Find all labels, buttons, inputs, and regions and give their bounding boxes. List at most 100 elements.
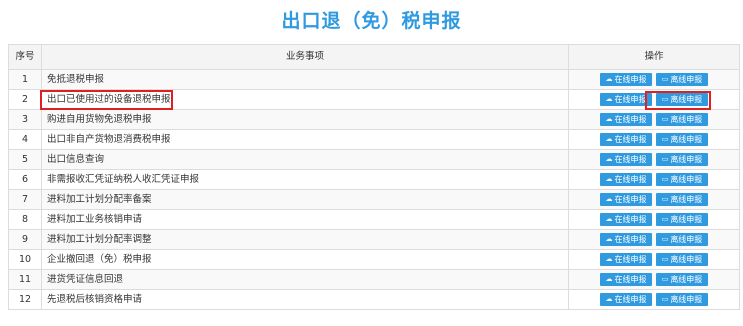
online-declare-button[interactable]: ☁ 在线申报 xyxy=(600,113,652,126)
row-item-cell: 出口信息查询 xyxy=(41,149,569,170)
online-declare-label: 在线申报 xyxy=(614,255,647,264)
row-index: 5 xyxy=(8,149,42,170)
online-declare-button[interactable]: ☁ 在线申报 xyxy=(600,193,652,206)
offline-declare-button[interactable]: ▭ 离线申报 xyxy=(656,293,708,306)
row-item-label: 免抵退税申报 xyxy=(47,74,105,85)
cloud-upload-icon: ☁ xyxy=(605,95,613,103)
row-item-label: 出口已使用过的设备退税申报 xyxy=(47,94,171,105)
online-declare-button[interactable]: ☁ 在线申报 xyxy=(600,253,652,266)
cloud-upload-icon: ☁ xyxy=(605,215,613,223)
table-row: 7 进料加工计划分配率备案 ☁ 在线申报 ▭ 离线申报 xyxy=(8,189,740,210)
offline-declare-button[interactable]: ▭ 离线申报 xyxy=(656,93,708,106)
page-title: 出口退（免）税申报 xyxy=(281,10,462,32)
offline-declare-label: 离线申报 xyxy=(670,195,703,204)
offline-declare-button[interactable]: ▭ 离线申报 xyxy=(656,113,708,126)
cloud-upload-icon: ☁ xyxy=(605,175,613,183)
offline-declare-button[interactable]: ▭ 离线申报 xyxy=(656,193,708,206)
offline-declare-label: 离线申报 xyxy=(670,155,703,164)
online-declare-button[interactable]: ☁ 在线申报 xyxy=(600,153,652,166)
offline-declare-button[interactable]: ▭ 离线申报 xyxy=(656,153,708,166)
cloud-upload-icon: ☁ xyxy=(605,75,613,83)
offline-declare-button[interactable]: ▭ 离线申报 xyxy=(656,213,708,226)
row-index: 7 xyxy=(8,189,42,210)
online-declare-label: 在线申报 xyxy=(614,215,647,224)
row-ops-cell: ☁ 在线申报 ▭ 离线申报 xyxy=(568,129,740,150)
row-index: 12 xyxy=(8,289,42,310)
online-declare-button[interactable]: ☁ 在线申报 xyxy=(600,93,652,106)
offline-declare-label: 离线申报 xyxy=(670,135,703,144)
offline-declare-button[interactable]: ▭ 离线申报 xyxy=(656,233,708,246)
online-declare-button[interactable]: ☁ 在线申报 xyxy=(600,213,652,226)
row-item-label: 购进自用货物免退税申报 xyxy=(47,114,152,125)
row-index: 11 xyxy=(8,269,42,290)
row-index: 4 xyxy=(8,129,42,150)
offline-declare-button[interactable]: ▭ 离线申报 xyxy=(656,273,708,286)
row-item-label: 企业撤回退（免）税申报 xyxy=(47,254,152,265)
offline-declare-button[interactable]: ▭ 离线申报 xyxy=(656,173,708,186)
online-declare-button[interactable]: ☁ 在线申报 xyxy=(600,273,652,286)
row-item-label: 进料加工业务核销申请 xyxy=(47,214,143,225)
row-ops-cell: ☁ 在线申报 ▭ 离线申报 xyxy=(568,229,740,250)
monitor-icon: ▭ xyxy=(661,295,669,303)
table-row: 9 进料加工计划分配率调整 ☁ 在线申报 ▭ 离线申报 xyxy=(8,229,740,250)
row-item-label: 进货凭证信息回退 xyxy=(47,274,124,285)
monitor-icon: ▭ xyxy=(661,175,669,183)
header-item: 业务事项 xyxy=(41,44,569,70)
table-row: 12 先退税后核销资格申请 ☁ 在线申报 ▭ 离线申报 xyxy=(8,289,740,310)
monitor-icon: ▭ xyxy=(661,155,669,163)
offline-declare-label: 离线申报 xyxy=(670,275,703,284)
row-ops-cell: ☁ 在线申报 ▭ 离线申报 xyxy=(568,249,740,270)
row-item-cell: 购进自用货物免退税申报 xyxy=(41,109,569,130)
row-item-cell: 免抵退税申报 xyxy=(41,69,569,90)
row-ops-cell: ☁ 在线申报 ▭ 离线申报 xyxy=(568,189,740,210)
table-header-row: 序号 业务事项 操作 xyxy=(8,44,740,70)
table-row: 2 出口已使用过的设备退税申报 ☁ 在线申报 ▭ 离线申报 xyxy=(8,89,740,110)
row-item-cell: 进料加工业务核销申请 xyxy=(41,209,569,230)
offline-declare-button[interactable]: ▭ 离线申报 xyxy=(656,73,708,86)
table-row: 3 购进自用货物免退税申报 ☁ 在线申报 ▭ 离线申报 xyxy=(8,109,740,130)
row-item-cell: 出口已使用过的设备退税申报 xyxy=(41,89,569,110)
monitor-icon: ▭ xyxy=(661,95,669,103)
monitor-icon: ▭ xyxy=(661,235,669,243)
table-row: 1 免抵退税申报 ☁ 在线申报 ▭ 离线申报 xyxy=(8,69,740,90)
header-index: 序号 xyxy=(8,44,42,70)
online-declare-button[interactable]: ☁ 在线申报 xyxy=(600,173,652,186)
online-declare-button[interactable]: ☁ 在线申报 xyxy=(600,293,652,306)
row-item-cell: 非需报收汇凭证纳税人收汇凭证申报 xyxy=(41,169,569,190)
online-declare-button[interactable]: ☁ 在线申报 xyxy=(600,133,652,146)
row-ops-cell: ☁ 在线申报 ▭ 离线申报 xyxy=(568,209,740,230)
online-declare-button[interactable]: ☁ 在线申报 xyxy=(600,233,652,246)
row-index: 1 xyxy=(8,69,42,90)
row-item-cell: 进料加工计划分配率备案 xyxy=(41,189,569,210)
table-row: 6 非需报收汇凭证纳税人收汇凭证申报 ☁ 在线申报 ▭ 离线申报 xyxy=(8,169,740,190)
online-declare-label: 在线申报 xyxy=(614,155,647,164)
row-ops-cell: ☁ 在线申报 ▭ 离线申报 xyxy=(568,89,740,110)
row-index: 6 xyxy=(8,169,42,190)
table-row: 4 出口非自产货物退消费税申报 ☁ 在线申报 ▭ 离线申报 xyxy=(8,129,740,150)
header-ops: 操作 xyxy=(568,44,740,70)
table-row: 10 企业撤回退（免）税申报 ☁ 在线申报 ▭ 离线申报 xyxy=(8,249,740,270)
cloud-upload-icon: ☁ xyxy=(605,135,613,143)
row-item-label: 非需报收汇凭证纳税人收汇凭证申报 xyxy=(47,174,200,185)
row-index: 10 xyxy=(8,249,42,270)
online-declare-label: 在线申报 xyxy=(614,235,647,244)
row-index: 2 xyxy=(8,89,42,110)
cloud-upload-icon: ☁ xyxy=(605,255,613,263)
row-item-label: 先退税后核销资格申请 xyxy=(47,294,143,305)
online-declare-label: 在线申报 xyxy=(614,195,647,204)
online-declare-label: 在线申报 xyxy=(614,95,647,104)
online-declare-label: 在线申报 xyxy=(614,115,647,124)
online-declare-label: 在线申报 xyxy=(614,175,647,184)
cloud-upload-icon: ☁ xyxy=(605,275,613,283)
row-item-cell: 企业撤回退（免）税申报 xyxy=(41,249,569,270)
cloud-upload-icon: ☁ xyxy=(605,195,613,203)
table-row: 11 进货凭证信息回退 ☁ 在线申报 ▭ 离线申报 xyxy=(8,269,740,290)
table-row: 5 出口信息查询 ☁ 在线申报 ▭ 离线申报 xyxy=(8,149,740,170)
offline-declare-button[interactable]: ▭ 离线申报 xyxy=(656,253,708,266)
offline-declare-button[interactable]: ▭ 离线申报 xyxy=(656,133,708,146)
row-item-cell: 出口非自产货物退消费税申报 xyxy=(41,129,569,150)
cloud-upload-icon: ☁ xyxy=(605,155,613,163)
row-item-cell: 进料加工计划分配率调整 xyxy=(41,229,569,250)
row-ops-cell: ☁ 在线申报 ▭ 离线申报 xyxy=(568,69,740,90)
online-declare-button[interactable]: ☁ 在线申报 xyxy=(600,73,652,86)
